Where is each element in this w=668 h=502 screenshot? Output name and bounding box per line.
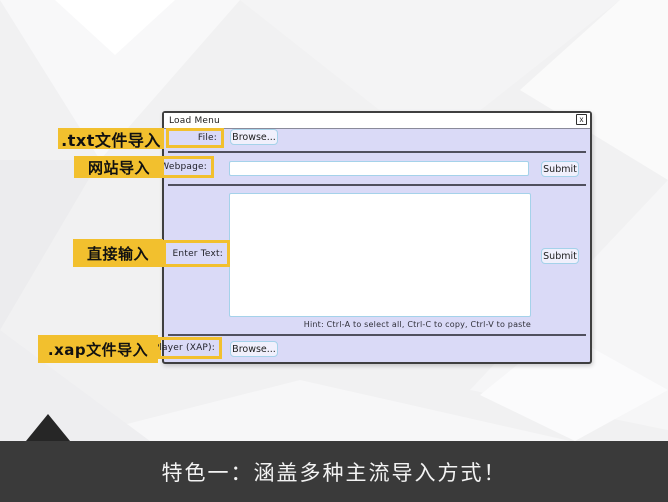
player-label: Player (XAP): <box>154 343 215 353</box>
file-label: File: <box>198 133 217 143</box>
webpage-label-highlight: Webpage: <box>158 156 214 178</box>
hint-text: Hint: Ctrl-A to select all, Ctrl-C to co… <box>304 320 531 329</box>
file-label-highlight: File: <box>166 128 224 148</box>
dialog-titlebar[interactable]: Load Menu <box>164 113 590 129</box>
slide: Load Menu x File: Browse... Webpage: Sub… <box>0 0 668 502</box>
close-button[interactable]: x <box>576 114 587 125</box>
enter-text-label: Enter Text: <box>173 249 223 259</box>
callout-triangle <box>26 414 70 441</box>
load-menu-dialog: Load Menu x File: Browse... Webpage: Sub… <box>162 111 592 364</box>
webpage-input[interactable] <box>229 161 529 176</box>
webpage-submit-button[interactable]: Submit <box>541 161 579 177</box>
webpage-label: Webpage: <box>160 162 207 172</box>
caption-bar: 特色一：涵盖多种主流导入方式！ <box>0 441 668 502</box>
separator <box>168 184 586 186</box>
file-browse-button[interactable]: Browse... <box>230 129 278 145</box>
player-label-highlight: Player (XAP): <box>158 337 222 359</box>
annotation-txt-import: .txt文件导入 <box>58 128 164 149</box>
enter-text-label-highlight: Enter Text: <box>163 240 230 267</box>
separator <box>168 151 586 153</box>
separator <box>168 334 586 336</box>
annotation-webpage-import: 网站导入 <box>74 156 164 178</box>
enter-text-textarea[interactable] <box>229 193 531 317</box>
annotation-direct-input: 直接输入 <box>73 239 163 267</box>
caption-text: 特色一：涵盖多种主流导入方式！ <box>162 457 507 487</box>
dialog-title: Load Menu <box>164 116 220 126</box>
player-browse-button[interactable]: Browse... <box>230 341 278 357</box>
enter-text-submit-button[interactable]: Submit <box>541 248 579 264</box>
annotation-xap-import: .xap文件导入 <box>38 335 158 363</box>
